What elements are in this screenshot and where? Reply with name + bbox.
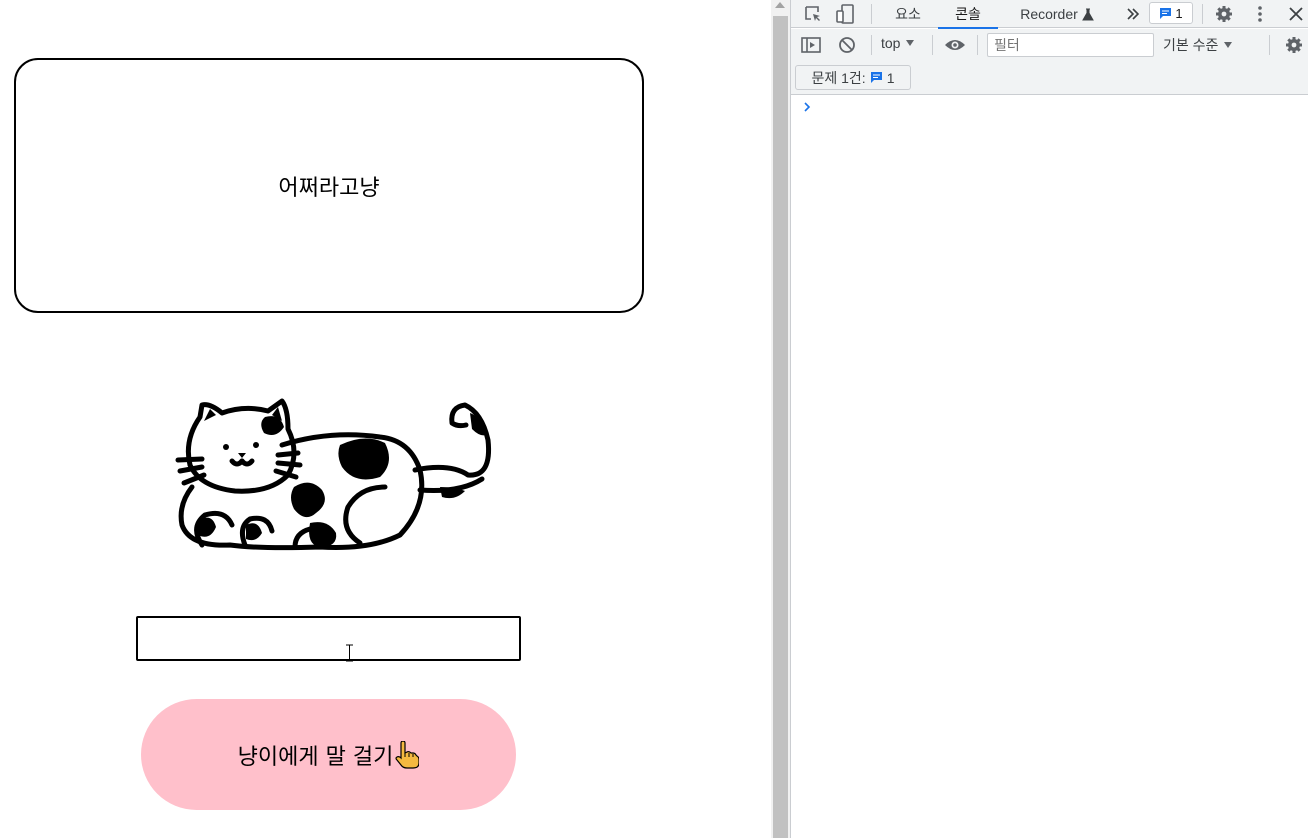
log-level-label: 기본 수준 [1163,37,1219,53]
scrollbar-thumb[interactable] [773,16,788,838]
issue-count: 1 [1175,5,1183,21]
dropdown-caret-icon [1224,42,1233,48]
toolbar-separator [932,35,933,55]
device-toggle-icon[interactable] [833,2,857,26]
tab-label: 요소 [895,6,921,22]
toolbar-separator [1269,35,1270,55]
toolbar-separator [977,35,978,55]
tab-separator [1202,4,1203,24]
issues-count: 1 [886,69,895,86]
issues-bar: 문제 1건: 1 [791,61,1308,95]
context-value: top [881,35,901,51]
speech-bubble: 어쩌라고냥 [14,58,644,313]
console-toolbar: top 기본 수준 [791,29,1308,61]
dropdown-caret-icon [906,40,915,46]
talk-input[interactable] [136,616,521,661]
toolbar-separator [871,35,872,55]
close-icon[interactable] [1284,2,1308,26]
clear-icon[interactable] [835,33,859,57]
scroll-up-arrow-icon[interactable] [775,2,785,8]
inspect-icon[interactable] [801,2,825,26]
tab-label: 콘솔 [955,6,981,22]
eye-icon[interactable] [943,33,967,57]
web-page: 어쩌라고냥 냥이에게 말 걸기 [0,0,771,838]
tab-separator [871,4,872,24]
issues-label: 문제 1건: [811,69,866,86]
gear-icon[interactable] [1212,2,1236,26]
tab-recorder[interactable]: Recorder [1007,0,1107,28]
pointing-hand-icon [395,740,420,769]
chevron-right-icon[interactable] [803,100,813,114]
text-cursor-icon [346,644,353,662]
bubble-text: 어쩌라고냥 [278,175,380,201]
talk-button-label: 냥이에게 말 걸기 [237,744,394,770]
devtools-tabbar: 요소 콘솔 Recorder 1 [791,0,1308,29]
filter-input[interactable] [987,33,1154,57]
tab-console[interactable]: 콘솔 [938,0,998,29]
context-selector[interactable]: top [881,35,915,51]
page-scrollbar[interactable] [771,0,790,838]
flask-icon [1081,8,1094,20]
log-level-selector[interactable]: 기본 수준 [1163,35,1233,55]
console-settings-gear-icon[interactable] [1282,33,1306,57]
cat-illustration [175,398,492,551]
tab-label: Recorder [1020,6,1078,22]
message-icon [1160,7,1172,19]
devtools-panel: 요소 콘솔 Recorder 1 top 필터 기본 수준 문제 1건: 1 [790,0,1308,838]
issues-button[interactable]: 문제 1건: 1 [795,65,911,90]
kebab-icon[interactable] [1248,2,1272,26]
message-icon [870,72,882,83]
issues-counter-button[interactable]: 1 [1149,2,1193,24]
more-tabs-icon[interactable] [1121,2,1145,26]
sidebar-icon[interactable] [799,33,823,57]
talk-to-cat-button[interactable]: 냥이에게 말 걸기 [141,699,516,810]
tab-elements[interactable]: 요소 [883,0,933,28]
